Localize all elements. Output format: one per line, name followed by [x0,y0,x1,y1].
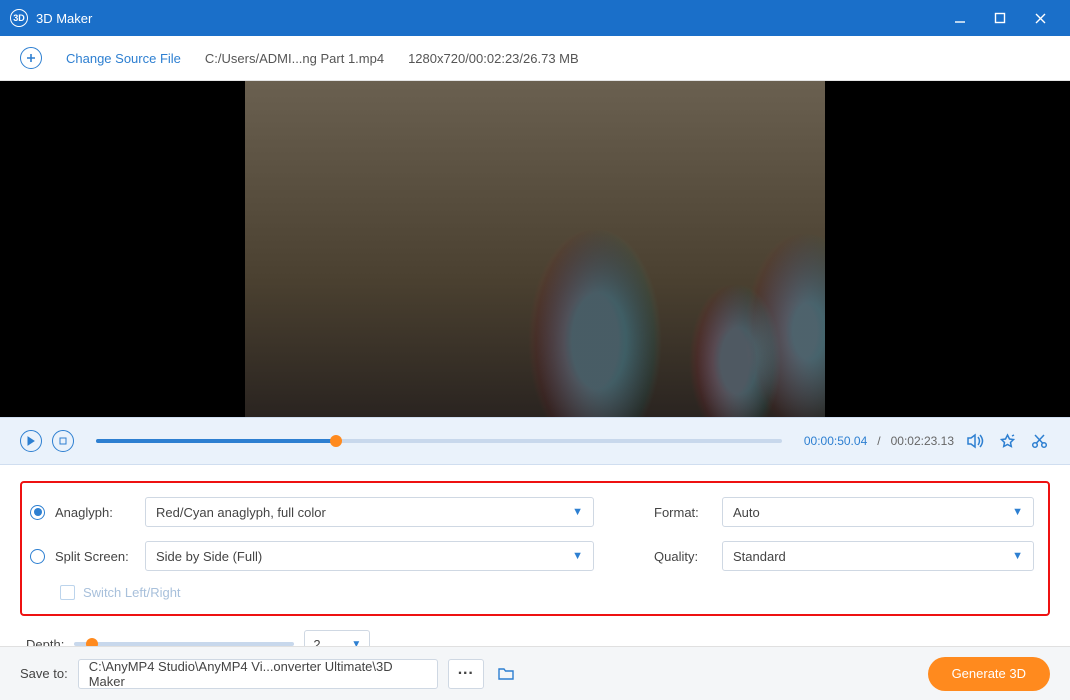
change-source-link[interactable]: Change Source File [66,51,181,66]
time-sep: / [877,434,880,448]
close-button[interactable] [1020,0,1060,36]
snapshot-icon[interactable] [996,430,1018,452]
anaglyph-radio[interactable] [30,505,45,520]
chevron-down-icon: ▼ [1012,506,1023,518]
chevron-down-icon: ▼ [1012,550,1023,562]
maximize-button[interactable] [980,0,1020,36]
window-title: 3D Maker [36,11,940,26]
highlight-box: Anaglyph: Red/Cyan anaglyph, full color … [20,481,1050,616]
settings-panel: Anaglyph: Red/Cyan anaglyph, full color … [0,465,1070,668]
format-label: Format: [654,505,712,520]
split-value: Side by Side (Full) [156,549,262,564]
seek-fill [96,439,336,443]
split-radio[interactable] [30,549,45,564]
browse-button[interactable]: ··· [448,659,484,689]
quality-value: Standard [733,549,786,564]
quality-select[interactable]: Standard ▼ [722,541,1034,571]
output-path-field[interactable]: C:\AnyMP4 Studio\AnyMP4 Vi...onverter Ul… [78,659,438,689]
saveto-label: Save to: [20,666,68,681]
format-select[interactable]: Auto ▼ [722,497,1034,527]
video-preview [0,81,1070,417]
source-path: C:/Users/ADMI...ng Part 1.mp4 [205,51,384,66]
switch-label: Switch Left/Right [83,585,181,600]
generate-3d-button[interactable]: Generate 3D [928,657,1050,691]
chevron-down-icon: ▼ [572,550,583,562]
anaglyph-label: Anaglyph: [55,505,135,520]
quality-label: Quality: [654,549,712,564]
seek-slider[interactable] [96,439,782,443]
switch-checkbox[interactable] [60,585,75,600]
cut-icon[interactable] [1028,430,1050,452]
seek-thumb[interactable] [330,435,342,447]
stop-button[interactable] [52,430,74,452]
open-folder-icon[interactable] [494,662,518,686]
play-button[interactable] [20,430,42,452]
source-bar: Change Source File C:/Users/ADMI...ng Pa… [0,36,1070,81]
app-logo-icon: 3D [10,9,28,27]
source-meta: 1280x720/00:02:23/26.73 MB [408,51,579,66]
add-file-icon[interactable] [20,47,42,69]
anaglyph-value: Red/Cyan anaglyph, full color [156,505,326,520]
play-bar: 00:00:50.04 / 00:02:23.13 [0,417,1070,465]
footer-bar: Save to: C:\AnyMP4 Studio\AnyMP4 Vi...on… [0,646,1070,700]
volume-icon[interactable] [964,430,986,452]
total-time: 00:02:23.13 [891,434,954,448]
minimize-button[interactable] [940,0,980,36]
chevron-down-icon: ▼ [572,506,583,518]
format-value: Auto [733,505,760,520]
anaglyph-select[interactable]: Red/Cyan anaglyph, full color ▼ [145,497,594,527]
title-bar: 3D 3D Maker [0,0,1070,36]
current-time: 00:00:50.04 [804,434,867,448]
split-select[interactable]: Side by Side (Full) ▼ [145,541,594,571]
preview-frame [245,81,825,417]
split-label: Split Screen: [55,549,135,564]
output-path-value: C:\AnyMP4 Studio\AnyMP4 Vi...onverter Ul… [89,659,427,689]
